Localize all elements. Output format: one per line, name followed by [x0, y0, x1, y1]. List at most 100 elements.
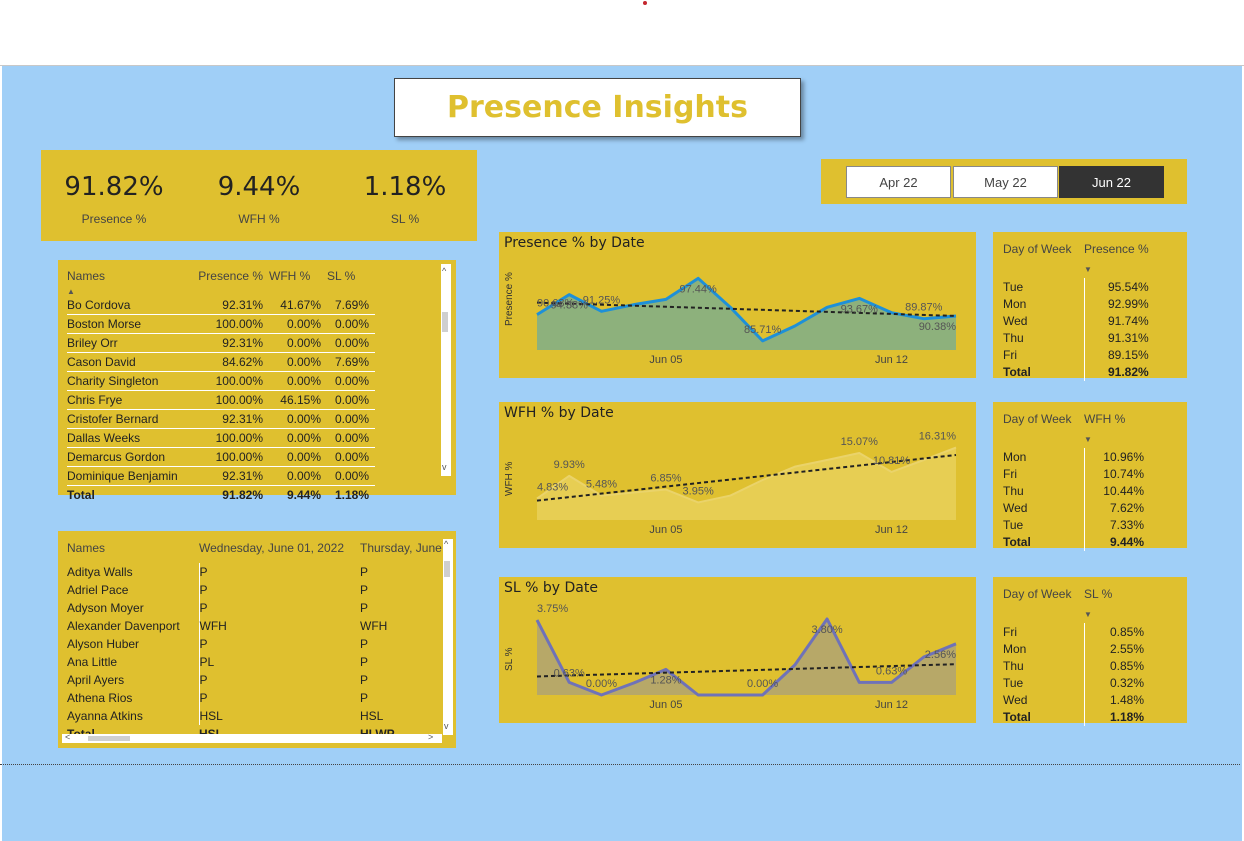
table-row[interactable]: Aditya Walls P P	[67, 563, 448, 581]
jun-01-cell: P	[199, 691, 208, 705]
slicer-may-22[interactable]: May 22	[953, 166, 1058, 198]
table-row[interactable]: Thu 91.31%	[1003, 329, 1155, 346]
table-row[interactable]: Athena Rios P P	[67, 689, 448, 707]
table-row[interactable]: Mon 10.96%	[1003, 448, 1150, 465]
table-row[interactable]: April Ayers P P	[67, 671, 448, 689]
sort-descending-icon: ▼	[1084, 434, 1092, 444]
names-table-scrollbar[interactable]: ^ v	[441, 264, 451, 476]
scroll-left-icon[interactable]: <	[65, 732, 70, 742]
col-sl[interactable]: SL %	[327, 265, 375, 287]
total-value: 1.18%	[1083, 708, 1150, 726]
col-jun-02[interactable]: Thursday, June	[360, 536, 448, 560]
kpi-wfh-value: 9.44%	[217, 172, 301, 202]
table-row[interactable]: Bo Cordova 92.31% 41.67% 7.69%	[67, 296, 375, 315]
table-row[interactable]: Thu 10.44%	[1003, 482, 1150, 499]
wfh-cell: 46.15%	[269, 390, 327, 410]
table-row[interactable]: Demarcus Gordon 100.00% 0.00% 0.00%	[67, 447, 375, 467]
jun-02-cell: P	[360, 637, 369, 651]
presence-cell: 92.31%	[198, 296, 269, 315]
data-label: 16.31%	[919, 431, 957, 443]
table-row[interactable]: Cason David 84.62% 0.00% 7.69%	[67, 352, 375, 372]
table-row[interactable]: Alyson Huber P P	[67, 635, 448, 653]
table-row[interactable]: Chris Frye 100.00% 46.15% 0.00%	[67, 390, 375, 410]
matrix-hscrollbar[interactable]: < >	[62, 732, 442, 743]
scroll-thumb[interactable]	[442, 312, 448, 332]
col-metric[interactable]: Presence %	[1084, 238, 1155, 260]
table-row[interactable]: Tue 95.54%	[1003, 278, 1155, 295]
table-row[interactable]: Mon 2.55%	[1003, 640, 1150, 657]
wfh-cell: 41.67%	[269, 296, 327, 315]
table-row[interactable]: Adriel Pace P P	[67, 581, 448, 599]
jun-01-cell: PL	[199, 655, 215, 669]
scroll-up-icon[interactable]: ^	[442, 266, 446, 276]
table-row[interactable]: Mon 92.99%	[1003, 295, 1155, 312]
table-row[interactable]: Adyson Moyer P P	[67, 599, 448, 617]
value-cell: 92.99%	[1083, 295, 1155, 312]
data-label: 9.93%	[554, 459, 585, 471]
total-presence: 91.82%	[222, 488, 263, 502]
col-metric[interactable]: WFH %	[1084, 408, 1150, 430]
scroll-down-icon[interactable]: v	[444, 721, 449, 731]
table-row[interactable]: Ana Little PL P	[67, 653, 448, 671]
col-jun-01[interactable]: Wednesday, June 01, 2022	[199, 536, 360, 560]
jun-01-cell: P	[199, 565, 208, 579]
table-row[interactable]: Wed 1.48%	[1003, 691, 1150, 708]
table-row[interactable]: Boston Morse 100.00% 0.00% 0.00%	[67, 314, 375, 334]
table-row[interactable]: Charity Singleton 100.00% 0.00% 0.00%	[67, 371, 375, 391]
wfh-chart-card: WFH % by Date WFH % 4.83% 9.93% 5.48% 6.85% 3…	[499, 402, 976, 548]
report-title: Presence Insights	[447, 90, 748, 125]
matrix-vscrollbar[interactable]: ^ v	[443, 539, 453, 735]
day-cell: Thu	[1003, 658, 1024, 673]
col-names[interactable]: Names	[67, 265, 198, 287]
kpi-presence-label: Presence %	[81, 212, 147, 226]
table-row[interactable]: Fri 89.15%	[1003, 346, 1155, 363]
table-row[interactable]: Dominique Benjamin 92.31% 0.00% 0.00%	[67, 466, 375, 486]
name-cell: Ana Little	[67, 653, 200, 671]
col-presence[interactable]: Presence %	[198, 265, 269, 287]
col-day-of-week[interactable]: Day of Week	[1003, 408, 1084, 430]
presence-cell: 92.31%	[198, 333, 269, 353]
value-cell: 2.55%	[1083, 640, 1150, 657]
dow-presence-card: Day of Week Presence % ▼ Tue 95.54% Mon 92.99%…	[993, 232, 1187, 381]
table-row[interactable]: Cristofer Bernard 92.31% 0.00% 0.00%	[67, 409, 375, 429]
day-cell: Tue	[1003, 675, 1024, 690]
month-slicer: Apr 22 May 22 Jun 22	[821, 159, 1187, 204]
col-names[interactable]: Names	[67, 536, 199, 560]
wfh-chart[interactable]: WFH % 4.83% 9.93%5.48% 6.85%3.95% 15.07% 10.8…	[499, 402, 976, 548]
hscroll-thumb[interactable]	[88, 736, 130, 741]
table-row[interactable]: Wed 7.62%	[1003, 499, 1150, 516]
table-row[interactable]: Tue 0.32%	[1003, 674, 1150, 691]
col-day-of-week[interactable]: Day of Week	[1003, 238, 1084, 260]
table-row[interactable]: Wed 91.74%	[1003, 312, 1155, 329]
table-row[interactable]: Thu 0.85%	[1003, 657, 1150, 674]
status-matrix-card: Names Wednesday, June 01, 2022 Thursday,…	[58, 531, 456, 748]
scroll-right-icon[interactable]: >	[428, 732, 433, 742]
slicer-apr-22[interactable]: Apr 22	[846, 166, 951, 198]
data-label: 0.63%	[554, 667, 585, 679]
col-metric[interactable]: SL %	[1084, 583, 1150, 605]
slicer-jun-22[interactable]: Jun 22	[1059, 166, 1164, 198]
presence-chart[interactable]: Presence % 90.63%94.38%91.25%97.44%85.71%…	[499, 232, 976, 378]
data-label: 93.67%	[841, 303, 879, 315]
sl-cell: 0.00%	[327, 371, 375, 391]
value-cell: 0.32%	[1083, 674, 1150, 691]
scroll-up-icon[interactable]: ^	[444, 539, 448, 549]
scroll-down-icon[interactable]: v	[442, 462, 447, 472]
table-row[interactable]: Ayanna Atkins HSL HSL	[67, 707, 448, 725]
names-table-card: Names Presence % WFH % SL % ▲ Bo Cordova…	[58, 260, 456, 502]
table-row[interactable]: Briley Orr 92.31% 0.00% 0.00%	[67, 333, 375, 353]
scroll-thumb[interactable]	[444, 561, 450, 577]
table-row[interactable]: Fri 10.74%	[1003, 465, 1150, 482]
col-wfh[interactable]: WFH %	[269, 265, 327, 287]
sl-chart[interactable]: SL %3.75%0.63%0.00% 1.28% 0.00%3.80%0.63%2…	[499, 577, 976, 723]
table-row[interactable]: Alexander Davenport WFH WFH	[67, 617, 448, 635]
names-table: Names Presence % WFH % SL % ▲ Bo Cordova…	[67, 265, 375, 504]
day-cell: Mon	[1003, 296, 1027, 311]
col-day-of-week[interactable]: Day of Week	[1003, 583, 1084, 605]
table-row[interactable]: Fri 0.85%	[1003, 623, 1150, 640]
table-row[interactable]: Dallas Weeks 100.00% 0.00% 0.00%	[67, 428, 375, 448]
report-title-box: Presence Insights	[394, 78, 801, 137]
sl-cell: 0.00%	[327, 314, 375, 334]
data-label: 85.71%	[744, 324, 782, 336]
table-row[interactable]: Tue 7.33%	[1003, 516, 1150, 533]
